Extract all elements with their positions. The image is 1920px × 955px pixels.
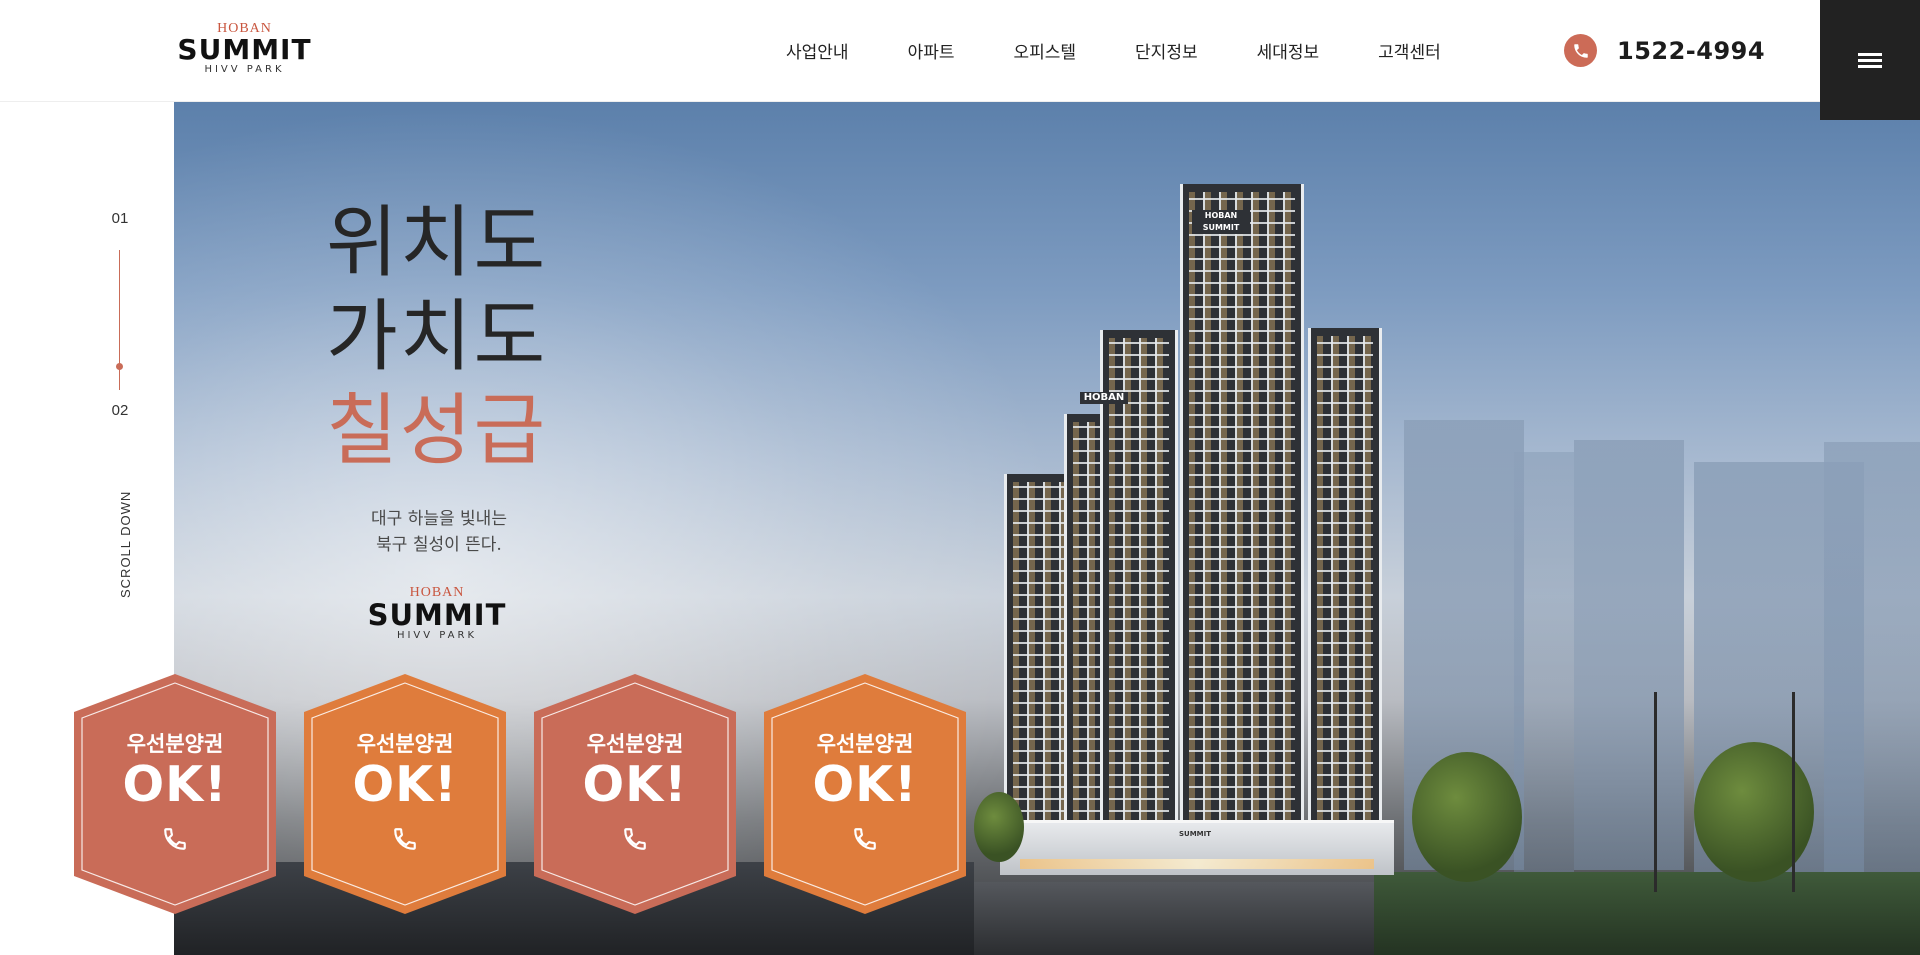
header-phone[interactable]: 1522-4994 [1564,34,1765,67]
hamburger-menu-icon[interactable] [1820,0,1920,120]
nav-item-apartment[interactable]: 아파트 [908,38,955,63]
slide-progress-dot [116,363,123,370]
street-lamp [1654,692,1657,892]
badge-label: 우선분양권 [586,732,684,756]
phone-icon [1564,34,1597,67]
tower-right [1308,328,1382,870]
hero-subtitle: 대구 하늘을 빛내는 북구 칠성이 뜬다. [334,506,544,558]
badge-label: 우선분양권 [126,732,224,756]
slide-index-next[interactable]: 02 [90,402,150,419]
tower-mid [1100,330,1178,870]
badge-ok: OK! [812,756,918,813]
hero-logo-summit: SUMMIT [367,598,507,632]
priority-sale-badge-4[interactable]: 우선분양권 OK! [764,674,966,914]
headline-line-1: 위치도 [326,198,548,288]
street-lamp [1792,692,1795,892]
bg-building [1514,452,1574,872]
phone-icon [164,828,186,850]
badge-ok: OK! [582,756,688,813]
site-header: HOBAN SUMMIT HIVV PARK 사업안내 아파트 오피스텔 단지정… [0,0,1920,102]
main-nav: 사업안내 아파트 오피스텔 단지정보 세대정보 고객센터 [786,38,1441,63]
priority-sale-badge-2[interactable]: 우선분양권 OK! [304,674,506,914]
badge-label: 우선분양권 [816,732,914,756]
logo-summit: SUMMIT [177,33,312,66]
podium: SUMMIT [1000,820,1394,875]
phone-icon [394,828,416,850]
badge-ok: OK! [122,756,228,813]
slide-indicator: 01 02 [90,210,150,419]
priority-sale-badge-3[interactable]: 우선분양권 OK! [534,674,736,914]
bg-building [1574,440,1684,870]
scroll-down-label[interactable]: SCROLL DOWN [118,491,133,598]
podium-sign: SUMMIT [1178,830,1212,838]
tree [1694,742,1814,882]
tower-sign-mid: HOBAN [1080,392,1128,404]
headline-line-3: 칠성급 [326,386,548,476]
nav-item-unit-info[interactable]: 세대정보 [1257,38,1320,63]
nav-item-customer-center[interactable]: 고객센터 [1378,38,1441,63]
nav-item-officetel[interactable]: 오피스텔 [1013,38,1076,63]
phone-icon [854,828,876,850]
badge-ok: OK! [352,756,458,813]
tower-sign-top: HOBAN SUMMIT [1192,210,1250,234]
tree [1412,752,1522,882]
subtitle-line-2: 북구 칠성이 뜬다. [376,535,502,555]
bg-building [1824,442,1920,872]
hero-headline: 위치도 가치도 칠성급 [326,196,547,478]
tower-main [1180,184,1304,870]
tree [974,792,1024,862]
badge-label: 우선분양권 [356,732,454,756]
subtitle-line-1: 대구 하늘을 빛내는 [371,509,507,529]
priority-sale-badge-1[interactable]: 우선분양권 OK! [74,674,276,914]
slide-index-current[interactable]: 01 [90,210,150,227]
nav-item-business[interactable]: 사업안내 [786,38,849,63]
headline-line-2: 가치도 [326,292,548,382]
brand-logo[interactable]: HOBAN SUMMIT HIVV PARK [172,22,317,76]
phone-number: 1522-4994 [1617,36,1766,65]
nav-item-complex-info[interactable]: 단지정보 [1135,38,1198,63]
hero-brand-logo: HOBAN SUMMIT HIVV PARK [366,586,508,642]
lawn [1374,872,1920,955]
phone-icon [624,828,646,850]
